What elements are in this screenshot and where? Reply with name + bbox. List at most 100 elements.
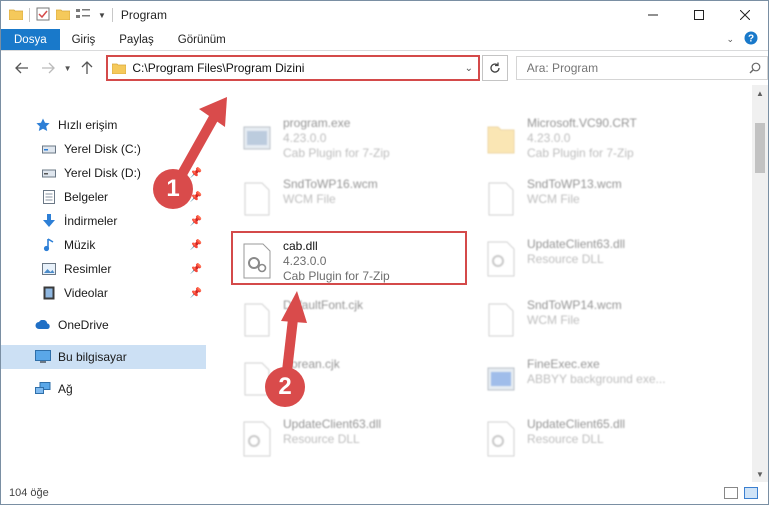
- tiles-view-icon[interactable]: [744, 487, 758, 499]
- address-bar[interactable]: C:\Program Files\Program Dizini ⌄: [106, 55, 480, 81]
- sidebar-item-videos[interactable]: Videolar 📌: [1, 281, 206, 305]
- sidebar-item-label: Videolar: [64, 286, 108, 300]
- search-box[interactable]: [515, 56, 769, 80]
- chevron-down-icon[interactable]: ⌄: [726, 34, 734, 45]
- refresh-button[interactable]: [481, 55, 508, 81]
- file-detail: WCM File: [283, 192, 336, 206]
- file-tile[interactable]: UpdateClient65.dll Resource DLL: [477, 411, 713, 465]
- sidebar-item-label: Belgeler: [64, 190, 109, 204]
- scroll-up-icon[interactable]: ▲: [752, 85, 768, 101]
- tab-share[interactable]: Paylaş: [107, 29, 166, 50]
- star-icon: [35, 117, 51, 133]
- sidebar-item-label: Yerel Disk (C:): [64, 142, 141, 156]
- file-name: Microsoft.VC90.CRT: [527, 116, 637, 130]
- sidebar-item-quick-access[interactable]: Hızlı erişim: [1, 113, 206, 137]
- maximize-button[interactable]: [676, 1, 722, 29]
- details-view-icon[interactable]: [724, 487, 738, 499]
- properties-icon[interactable]: [36, 7, 50, 24]
- file-name: FineExec.exe: [527, 357, 600, 371]
- sidebar-item-onedrive[interactable]: OneDrive: [1, 313, 206, 337]
- close-button[interactable]: [722, 1, 768, 29]
- file-detail: 4.23.0.0: [283, 254, 327, 268]
- ribbon-tabs: Dosya Giriş Paylaş Görünüm ⌄ ?: [1, 29, 768, 51]
- sidebar-item-this-pc[interactable]: Bu bilgisayar: [1, 345, 206, 369]
- chevron-down-icon[interactable]: ⌄: [460, 57, 478, 79]
- file-tile[interactable]: UpdateClient63.dll Resource DLL: [233, 411, 469, 465]
- file-detail: Cab Plugin for 7-Zip: [283, 269, 390, 283]
- file-tile[interactable]: UpdateClient63.dll Resource DLL: [477, 231, 713, 285]
- folder-icon: [8, 8, 24, 23]
- navigation-pane: Hızlı erişim Yerel Disk (C:) 📌 Yerel Dis…: [1, 85, 207, 482]
- sidebar-item-disk-c[interactable]: Yerel Disk (C:) 📌: [1, 137, 206, 161]
- video-icon: [41, 285, 57, 301]
- file-name: SndToWP16.wcm: [283, 177, 378, 191]
- file-icon: [483, 177, 519, 221]
- dll-icon: [483, 237, 519, 281]
- sidebar-item-label: Resimler: [64, 262, 112, 276]
- address-row: ▼ C:\Program Files\Program Dizini ⌄: [1, 51, 769, 85]
- file-detail: WCM File: [527, 192, 580, 206]
- vertical-scrollbar[interactable]: ▲ ▼: [752, 85, 768, 482]
- pin-icon[interactable]: 📌: [190, 144, 202, 155]
- forward-button[interactable]: [35, 55, 61, 81]
- window-controls: [630, 1, 768, 29]
- explorer-window: ▼ Program Dosya Giriş Paylaş Görünüm ⌄ ?: [0, 0, 769, 505]
- drive-icon: [41, 165, 57, 181]
- exe-icon: [483, 357, 519, 401]
- file-icon: [239, 298, 275, 342]
- tab-home[interactable]: Giriş: [60, 29, 108, 50]
- pin-icon[interactable]: 📌: [190, 240, 202, 251]
- view-options-icon[interactable]: [76, 8, 92, 23]
- back-button[interactable]: [9, 55, 35, 81]
- pin-icon[interactable]: 📌: [190, 264, 202, 275]
- exe-icon: [239, 116, 275, 160]
- up-button[interactable]: [75, 55, 101, 81]
- file-detail: ABBYY background exe...: [527, 372, 666, 386]
- sidebar-item-pictures[interactable]: Resimler 📌: [1, 257, 206, 281]
- search-icon[interactable]: [743, 62, 767, 74]
- pin-icon[interactable]: 📌: [190, 288, 202, 299]
- callout-badge-2: 2: [265, 367, 305, 407]
- scroll-thumb[interactable]: [755, 123, 765, 173]
- file-detail: Cab Plugin for 7-Zip: [283, 146, 390, 160]
- tab-file[interactable]: Dosya: [1, 29, 60, 50]
- item-count: 104 öğe: [9, 487, 49, 499]
- file-tile[interactable]: SndToWP14.wcm WCM File: [477, 292, 713, 346]
- file-detail: Resource DLL: [527, 252, 604, 266]
- quick-access-toolbar: ▼: [1, 7, 113, 24]
- file-name: UpdateClient63.dll: [527, 237, 626, 251]
- main-area: Hızlı erişim Yerel Disk (C:) 📌 Yerel Dis…: [1, 85, 768, 482]
- file-tile-selected[interactable]: cab.dll 4.23.0.0 Cab Plugin for 7-Zip: [231, 231, 467, 285]
- scroll-down-icon[interactable]: ▼: [752, 466, 768, 482]
- recent-locations-button[interactable]: ▼: [61, 55, 75, 81]
- sidebar-item-label: Bu bilgisayar: [58, 350, 127, 364]
- music-icon: [41, 237, 57, 253]
- computer-icon: [35, 349, 51, 365]
- file-tile[interactable]: FineExec.exe ABBYY background exe...: [477, 351, 713, 405]
- title-bar: ▼ Program: [1, 1, 768, 29]
- pin-icon[interactable]: 📌: [190, 168, 202, 179]
- documents-icon: [41, 189, 57, 205]
- folder-icon: [483, 116, 519, 160]
- new-folder-icon[interactable]: [55, 8, 71, 23]
- search-input[interactable]: [516, 61, 744, 75]
- file-tile[interactable]: SndToWP13.wcm WCM File: [477, 171, 713, 225]
- download-icon: [41, 213, 57, 229]
- chevron-down-icon[interactable]: ▼: [98, 11, 106, 20]
- file-tile[interactable]: SndToWP16.wcm WCM File: [233, 171, 469, 225]
- sidebar-item-downloads[interactable]: İndirmeler 📌: [1, 209, 206, 233]
- sidebar-item-music[interactable]: Müzik 📌: [1, 233, 206, 257]
- file-tile[interactable]: program.exe 4.23.0.0 Cab Plugin for 7-Zi…: [233, 110, 469, 164]
- minimize-button[interactable]: [630, 1, 676, 29]
- file-name: program.exe: [283, 116, 351, 130]
- sidebar-item-network[interactable]: Ağ: [1, 377, 206, 401]
- pin-icon[interactable]: 📌: [190, 216, 202, 227]
- tab-view[interactable]: Görünüm: [166, 29, 238, 50]
- file-tile[interactable]: DefaultFont.cjk: [233, 292, 469, 346]
- help-icon[interactable]: ?: [744, 31, 758, 48]
- folder-icon: [112, 62, 127, 74]
- file-icon: [239, 177, 275, 221]
- file-tile[interactable]: Microsoft.VC90.CRT 4.23.0.0 Cab Plugin f…: [477, 110, 713, 164]
